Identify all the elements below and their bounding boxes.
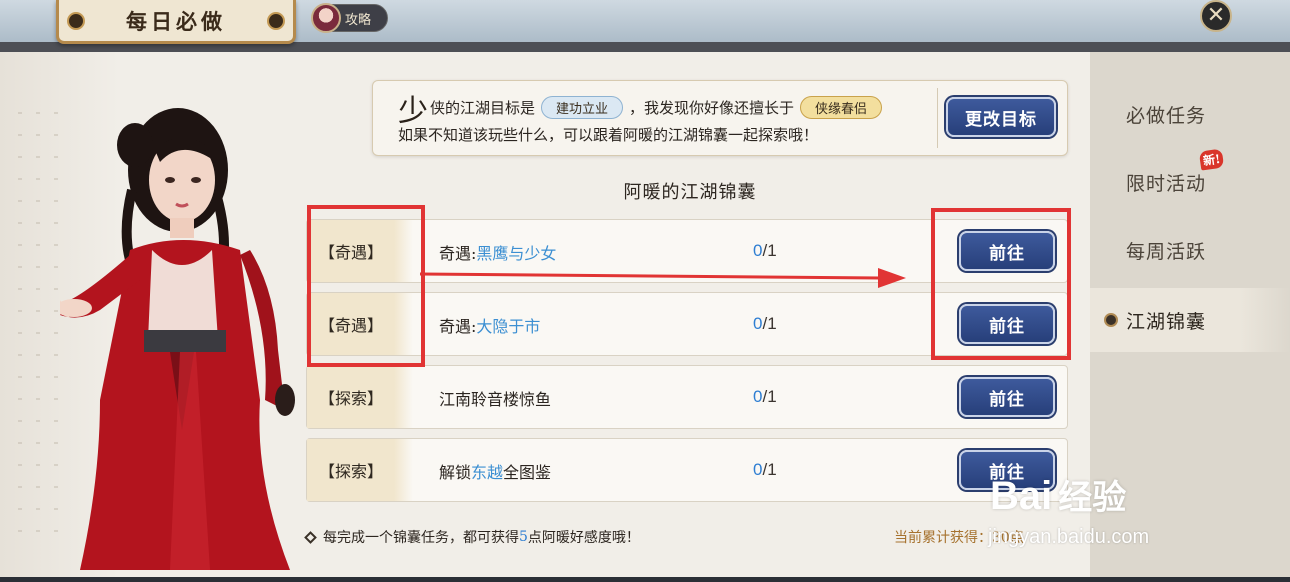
sidebar-item-label: 限时活动 xyxy=(1126,172,1207,195)
task-progress: 0/1 xyxy=(753,314,777,334)
task-progress: 0/1 xyxy=(753,241,777,261)
page-title: 每日必做 xyxy=(126,8,226,34)
sidebar-item-daily-tasks[interactable]: 必做任务 xyxy=(1090,82,1290,146)
task-progress: 0/1 xyxy=(753,460,777,480)
watermark-logo-cn: 经验 xyxy=(1058,478,1127,518)
task-progress-total: /1 xyxy=(762,314,777,333)
ornament-icon xyxy=(267,12,285,30)
character-figure xyxy=(60,108,295,570)
diamond-icon xyxy=(304,530,317,544)
task-name-prefix: 奇遇: xyxy=(439,317,477,336)
task-name-highlight: 大隐于市 xyxy=(476,317,541,336)
goal-line-1: 侠的江湖目标是 建功立业 ，我发现你好像还擅长于 侠缘春侣 xyxy=(430,96,888,119)
goal-line-2: 如果不知道该玩些什么，可以跟着阿暖的江湖锦囊一起探索哦！ xyxy=(398,126,819,144)
task-progress-total: /1 xyxy=(762,460,777,479)
task-row: 【探索】 解锁东越全图鉴 0/1 前往 xyxy=(306,438,1068,502)
task-name-prefix: 解锁 xyxy=(439,463,472,482)
go-button[interactable]: 前往 xyxy=(959,377,1055,417)
goal-tag: 建功立业 xyxy=(541,96,624,119)
guide-label: 攻略 xyxy=(345,12,372,28)
selected-dot-icon xyxy=(1104,313,1118,327)
goal-middle: ，我发现你好像还擅长于 xyxy=(629,99,795,117)
task-progress-total: /1 xyxy=(762,387,777,406)
footer-note-suffix: 点阿暖好感度哦！ xyxy=(527,530,640,546)
section-title: 阿暖的江湖锦囊 xyxy=(623,182,757,203)
guide-avatar-icon xyxy=(311,3,341,33)
ornament-icon xyxy=(67,12,85,30)
watermark-logo-text: Bai xyxy=(990,474,1053,518)
task-row: 【探索】 江南聆音楼惊鱼 0/1 前往 xyxy=(306,365,1068,429)
sidebar-item-limited-events[interactable]: 限时活动 xyxy=(1090,150,1290,214)
task-progress-total: /1 xyxy=(762,241,777,260)
title-tab: 每日必做 xyxy=(56,0,296,44)
task-progress: 0/1 xyxy=(753,387,777,407)
watermark-logo: Bai 经验 xyxy=(990,470,1126,519)
task-name-highlight: 黑鹰与少女 xyxy=(476,244,557,263)
guide-button[interactable]: 攻略 xyxy=(311,3,388,33)
task-name-suffix: 全图鉴 xyxy=(503,463,552,482)
task-category: 【探索】 xyxy=(307,366,413,428)
task-name: 江南聆音楼惊鱼 xyxy=(439,386,551,410)
footer-note-number: 5 xyxy=(519,529,528,545)
footer-note-prefix: 每完成一个锦囊任务，都可获得 xyxy=(323,530,519,546)
task-name-prefix: 奇遇: xyxy=(439,244,477,263)
close-button[interactable]: ✕ xyxy=(1200,0,1232,32)
annotation-arrow-icon xyxy=(420,268,906,288)
calligraphy-decoration xyxy=(8,102,68,542)
task-name-highlight: 东越 xyxy=(471,463,504,482)
task-name: 奇遇:黑鹰与少女 xyxy=(439,240,556,264)
task-name-prefix: 江南聆音楼惊鱼 xyxy=(439,390,552,409)
goal-prefix: 侠的江湖目标是 xyxy=(430,99,536,117)
task-name: 奇遇:大隐于市 xyxy=(439,313,540,337)
change-goal-button[interactable]: 更改目标 xyxy=(946,97,1056,137)
sidebar-item-jianghu-tips[interactable]: 江湖锦囊 xyxy=(1090,288,1290,352)
sidebar-item-label: 江湖锦囊 xyxy=(1126,310,1207,333)
task-name: 解锁东越全图鉴 xyxy=(439,459,551,483)
watermark-url: jingyan.baidu.com xyxy=(988,526,1150,548)
sidebar-item-label: 必做任务 xyxy=(1126,104,1207,127)
skill-tag: 侠缘春侣 xyxy=(800,96,883,119)
goal-divider xyxy=(937,88,938,148)
footer-note: 每完成一个锦囊任务，都可获得 5 点阿暖好感度哦！ xyxy=(304,527,640,547)
annotation-box-buttons xyxy=(931,208,1071,360)
sidebar-item-weekly-active[interactable]: 每周活跃 xyxy=(1090,218,1290,282)
sidebar-item-label: 每周活跃 xyxy=(1126,240,1207,263)
annotation-box-categories xyxy=(307,205,425,367)
task-category: 【探索】 xyxy=(307,439,413,501)
